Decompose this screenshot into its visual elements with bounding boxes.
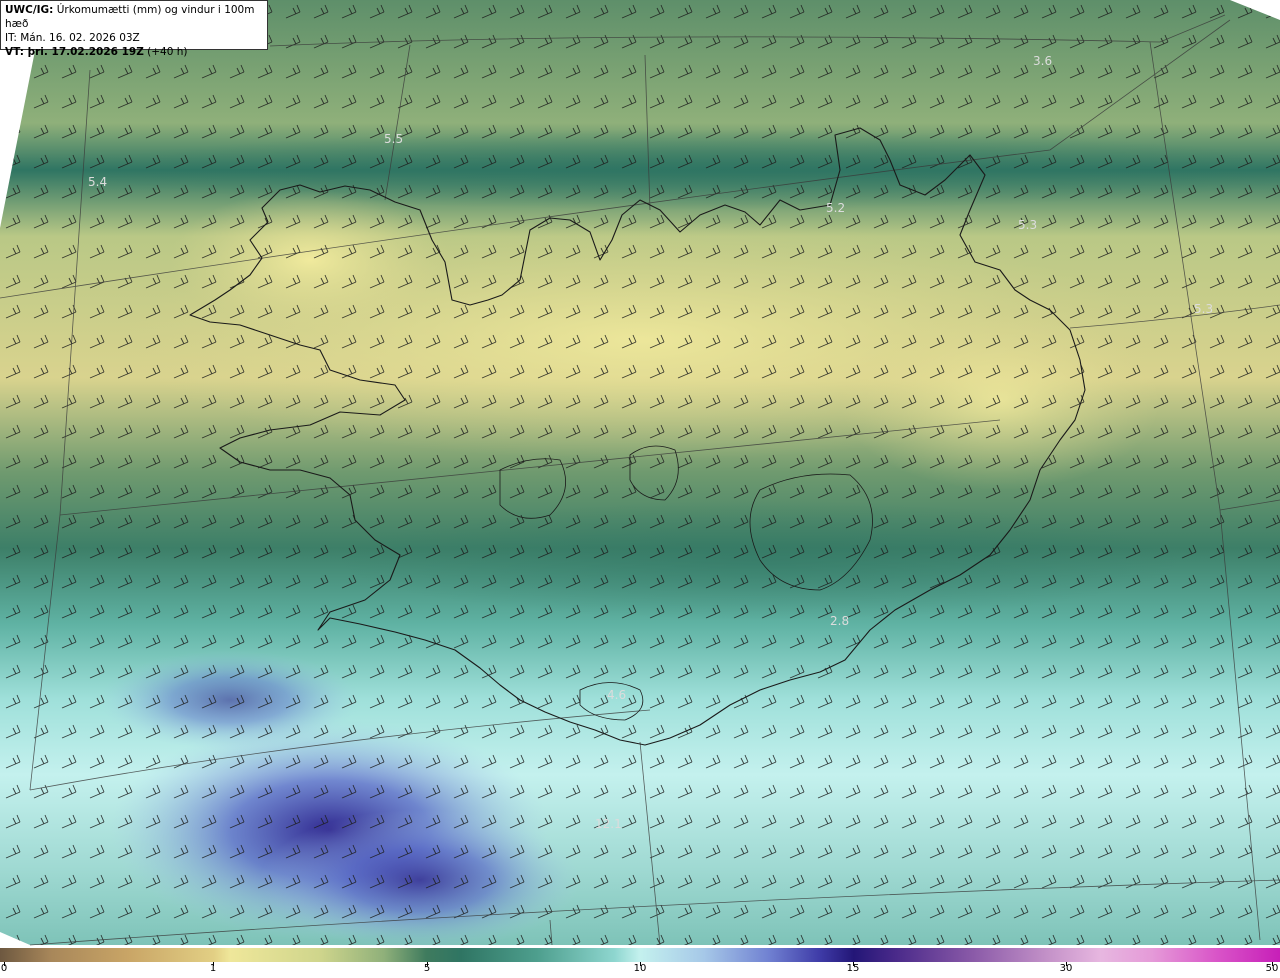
precipitable-water-map: 5.5 5.4 3.6 5.2 5.3 5.3 2.8 4.6 12.1 <box>0 0 1280 948</box>
colorbar-label: 30 <box>1059 963 1073 974</box>
field-value-label: 4.6 <box>607 688 626 702</box>
forecast-info-box: UWC/IG: Úrkomumætti (mm) og vindur i 100… <box>0 0 268 58</box>
colorbar-label: 5 <box>423 963 431 974</box>
colorbar-label: 10 <box>633 963 647 974</box>
field-value-label: 5.3 <box>1194 302 1213 316</box>
field-value-label: 5.2 <box>826 201 845 215</box>
field-value-label: 12.1 <box>595 817 622 831</box>
valid-time-line: VT: þri. 17.02.2026 19Z (+40 h) <box>5 45 263 59</box>
field-value-label: 5.3 <box>1018 218 1037 232</box>
model-domain <box>0 0 1280 948</box>
field-value-label: 3.6 <box>1033 54 1052 68</box>
field-value-label: 5.5 <box>384 132 403 146</box>
field-value-label: 5.4 <box>88 175 107 189</box>
title-line: UWC/IG: Úrkomumætti (mm) og vindur i 100… <box>5 3 263 31</box>
colorbar-strip <box>0 948 1280 962</box>
colorbar-label: 1 <box>209 963 217 974</box>
product-code: UWC/IG: <box>5 4 54 16</box>
valid-time: VT: þri. 17.02.2026 19Z <box>5 46 144 58</box>
init-time: IT: Mán. 16. 02. 2026 03Z <box>5 32 140 44</box>
colorbar-label: 15 <box>846 963 860 974</box>
forecast-lead: (+40 h) <box>147 46 188 58</box>
colorbar-label: 50 <box>1265 963 1279 974</box>
colorbar-label: 0 <box>0 963 8 974</box>
field-value-label: 2.8 <box>830 614 849 628</box>
colorbar: 0 1 5 10 15 30 50 <box>0 948 1280 978</box>
